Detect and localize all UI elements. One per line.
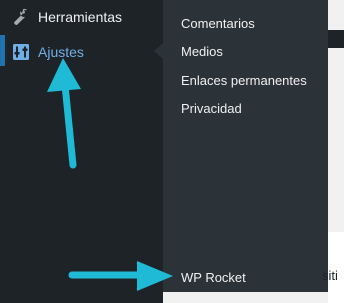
sidebar-item-settings[interactable]: Ajustes [0,35,163,69]
submenu-item-media[interactable]: Medios [181,44,223,59]
submenu-item-wp-rocket[interactable]: WP Rocket [181,270,246,285]
content-partial-text: siti [322,268,338,283]
sidebar-item-label: Ajustes [38,44,84,60]
content-dark-edge [328,30,344,48]
admin-sidebar: Herramientas Ajustes [0,0,163,303]
sidebar-item-tools[interactable]: Herramientas [0,0,163,34]
wrench-icon [11,7,31,27]
settings-submenu: Comentarios Medios Enlaces permanentes P… [163,0,328,292]
settings-sliders-icon [11,42,31,62]
submenu-item-privacy[interactable]: Privacidad [181,101,242,116]
submenu-item-permalinks[interactable]: Enlaces permanentes [181,73,307,88]
sidebar-item-label: Herramientas [38,9,123,25]
submenu-pointer [154,43,163,59]
page-background [163,292,328,303]
submenu-item-comments[interactable]: Comentarios [181,16,255,31]
